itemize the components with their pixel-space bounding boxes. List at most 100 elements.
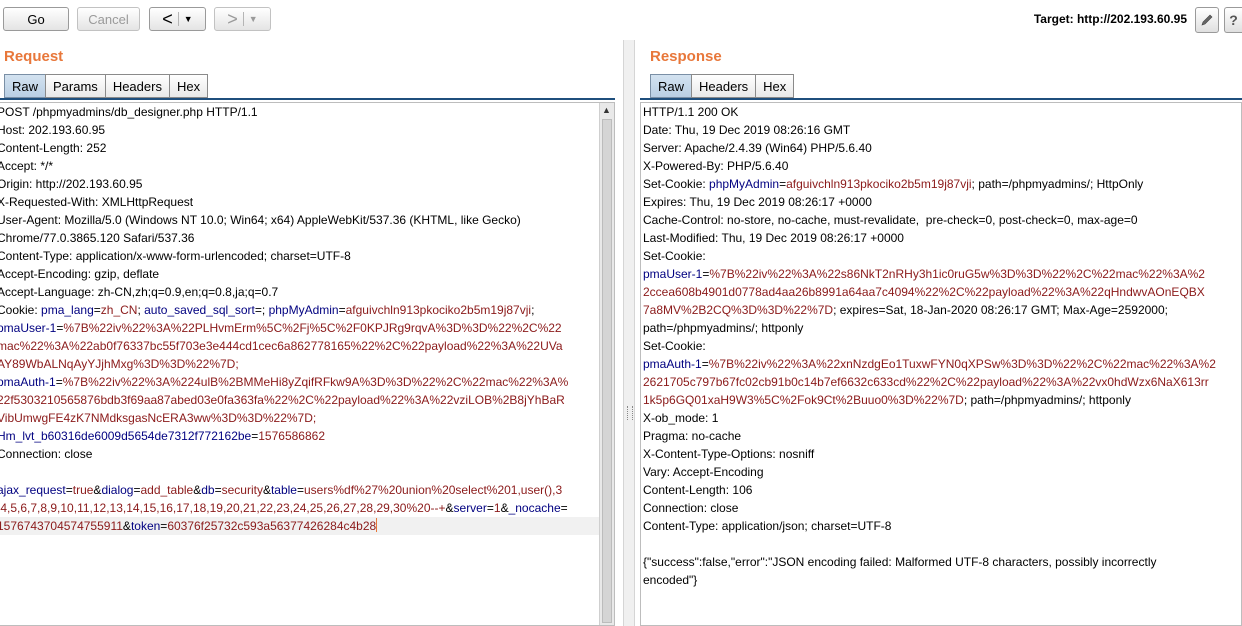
- text-line: Set-Cookie:: [643, 337, 1241, 355]
- text-line: Pragma: no-cache: [643, 427, 1241, 445]
- plain-text: Accept-Encoding: gzip, deflate: [0, 267, 160, 281]
- divider-grip[interactable]: [627, 406, 633, 420]
- toolbar: Go Cancel < ▼ > ▼ Target: http://202.193…: [0, 0, 1242, 40]
- plain-text: =: [214, 483, 222, 497]
- plain-text: Expires: Thu, 19 Dec 2019 08:26:17 +0000: [643, 195, 872, 209]
- split-divider[interactable]: [623, 40, 635, 626]
- back-button[interactable]: < ▼: [149, 7, 206, 31]
- forward-button[interactable]: > ▼: [214, 7, 271, 31]
- tab-headers[interactable]: Headers: [691, 74, 757, 98]
- param-name: _nocache: [508, 501, 561, 515]
- tab-hex[interactable]: Hex: [168, 74, 209, 98]
- text-line: Accept: */*: [0, 157, 614, 175]
- scroll-thumb[interactable]: [602, 119, 612, 623]
- plain-text: Connection: close: [0, 447, 93, 461]
- text-line: Date: Thu, 19 Dec 2019 08:26:16 GMT: [643, 121, 1241, 139]
- edit-target-button[interactable]: [1195, 7, 1219, 33]
- plain-text: Cookie:: [0, 303, 42, 317]
- plain-text: POST /phpmyadmins/db_designer.php HTTP/1…: [0, 105, 258, 119]
- param-name: pmaUser-1: [0, 321, 57, 335]
- param-value: 2621705c797b67fc02cb91b0c14b7ef6632c633c…: [643, 375, 1209, 389]
- text-line: ajax_request=true&dialog=add_table&db=se…: [0, 481, 614, 499]
- plain-text: Accept-Language: zh-CN,zh;q=0.9,en;q=0.8…: [0, 285, 279, 299]
- pencil-icon: [1201, 14, 1213, 26]
- tab-headers[interactable]: Headers: [104, 74, 170, 98]
- tab-raw[interactable]: Raw: [650, 74, 693, 98]
- plain-text: ;: [531, 303, 535, 317]
- text-line: Hm_lvt_b60316de6009d5654de7312f772162be=…: [0, 427, 614, 445]
- param-value: 22f5303210565876bdb3f69aa87abed03e0fa363…: [0, 393, 565, 407]
- text-line: POST /phpmyadmins/db_designer.php HTTP/1…: [0, 103, 614, 121]
- text-line: {"success":false,"error":"JSON encoding …: [643, 553, 1241, 571]
- param-value: add_table: [140, 483, 194, 497]
- text-line: ,4,5,6,7,8,9,10,11,12,13,14,15,16,17,18,…: [0, 499, 614, 517]
- text-line: pmaAuth-1=%7B%22iv%22%3A%22xnNzdgEo1Tuxw…: [643, 355, 1241, 373]
- text-line: 1k5p6GQ01xaH9W3%5C%2Fok9Ct%2Buuo0%3D%22%…: [643, 391, 1241, 409]
- param-value: 7a8MV%2B2CQ%3D%3D%22%7D: [643, 303, 834, 317]
- plain-text: Pragma: no-cache: [643, 429, 742, 443]
- param-value: 2ccea608b4901d0778ad4aa26b8991a64aa7c409…: [643, 285, 1205, 299]
- cancel-button[interactable]: Cancel: [77, 7, 140, 31]
- plain-text: &: [262, 483, 271, 497]
- plain-text: path=/phpmyadmins/; httponly: [643, 321, 804, 335]
- scroll-up-icon: ▲: [602, 105, 611, 115]
- text-line: Connection: close: [643, 499, 1241, 517]
- text-line: Host: 202.193.60.95: [0, 121, 614, 139]
- plain-text: X-Content-Type-Options: nosniff: [643, 447, 815, 461]
- response-tabs: Raw Headers Hex: [650, 74, 795, 98]
- response-title: Response: [650, 48, 722, 65]
- back-arrow-icon: <: [162, 9, 173, 29]
- text-line: Server: Apache/2.4.39 (Win64) PHP/5.6.40: [643, 139, 1241, 157]
- help-button[interactable]: ?: [1224, 7, 1242, 33]
- plain-text: Cache-Control: no-store, no-cache, must-…: [643, 213, 1138, 227]
- param-value: afguivchln913pkociko2b5m19j87vji: [786, 177, 972, 191]
- param-value: %7B%22iv%22%3A%22PLHvmErm%5C%2Fj%5C%2F0K…: [63, 321, 562, 335]
- text-line: HTTP/1.1 200 OK: [643, 103, 1241, 121]
- text-line: 7a8MV%2B2CQ%3D%3D%22%7D; expires=Sat, 18…: [643, 301, 1241, 319]
- param-name: pmaAuth-1: [643, 357, 702, 371]
- text-line: [643, 535, 1241, 553]
- request-editor[interactable]: ▲ POST /phpmyadmins/db_designer.php HTTP…: [0, 102, 615, 626]
- param-name: pmaAuth-1: [0, 375, 56, 389]
- text-line: VibUmwgFE4zK7NMdksgasNcERA3ww%3D%3D%22%7…: [0, 409, 614, 427]
- plain-text: &: [122, 519, 131, 533]
- text-line: 2ccea608b4901d0778ad4aa26b8991a64aa7c409…: [643, 283, 1241, 301]
- plain-text: Chrome/77.0.3865.120 Safari/537.36: [0, 231, 195, 245]
- param-value: afguivchln913pkociko2b5m19j87vji: [345, 303, 532, 317]
- text-line: X-Content-Type-Options: nosniff: [643, 445, 1241, 463]
- tab-hex[interactable]: Hex: [755, 74, 795, 98]
- param-value: VibUmwgFE4zK7NMdksgasNcERA3ww%3D%3D%22%7…: [0, 411, 317, 425]
- text-line: Content-Length: 106: [643, 481, 1241, 499]
- text-line: Expires: Thu, 19 Dec 2019 08:26:17 +0000: [643, 193, 1241, 211]
- plain-text: =: [93, 303, 101, 317]
- request-panel: Request Raw Params Headers Hex ▲ POST /p…: [0, 40, 623, 626]
- go-button[interactable]: Go: [3, 7, 69, 31]
- text-line: pmaUser-1=%7B%22iv%22%3A%22PLHvmErm%5C%2…: [0, 319, 614, 337]
- plain-text: ; path=/phpmyadmins/; httponly: [963, 393, 1131, 407]
- param-name: server: [453, 501, 487, 515]
- param-value: 1: [493, 501, 501, 515]
- param-name: db: [201, 483, 215, 497]
- request-scrollbar[interactable]: ▲: [599, 103, 614, 625]
- plain-text: Date: Thu, 19 Dec 2019 08:26:16 GMT: [643, 123, 851, 137]
- plain-text: Server: Apache/2.4.39 (Win64) PHP/5.6.40: [643, 141, 872, 155]
- plain-text: Content-Length: 252: [0, 141, 107, 155]
- plain-text: encoded"}: [643, 573, 698, 587]
- text-line: User-Agent: Mozilla/5.0 (Windows NT 10.0…: [0, 211, 614, 229]
- tab-params[interactable]: Params: [45, 74, 106, 98]
- plain-text: User-Agent: Mozilla/5.0 (Windows NT 10.0…: [0, 213, 521, 227]
- plain-text: Last-Modified: Thu, 19 Dec 2019 08:26:17…: [643, 231, 904, 245]
- tab-raw[interactable]: Raw: [4, 74, 47, 98]
- target-label: Target: http://202.193.60.95: [1033, 12, 1187, 26]
- param-value: %7B%22iv%22%3A%22s86NkT2nRHy3h1ic0ruG5w%…: [709, 267, 1205, 281]
- back-separator: [177, 12, 179, 26]
- response-viewer[interactable]: HTTP/1.1 200 OK Date: Thu, 19 Dec 2019 08…: [640, 102, 1242, 626]
- text-line: Accept-Encoding: gzip, deflate: [0, 265, 614, 283]
- text-line: X-Powered-By: PHP/5.6.40: [643, 157, 1241, 175]
- plain-text: =: [701, 357, 709, 371]
- text-line: pmaUser-1=%7B%22iv%22%3A%22s86NkT2nRHy3h…: [643, 265, 1241, 283]
- request-tabs: Raw Params Headers Hex: [4, 74, 209, 98]
- param-name: token: [130, 519, 161, 533]
- plain-text: X-Powered-By: PHP/5.6.40: [643, 159, 789, 173]
- text-line: Content-Type: application/x-www-form-url…: [0, 247, 614, 265]
